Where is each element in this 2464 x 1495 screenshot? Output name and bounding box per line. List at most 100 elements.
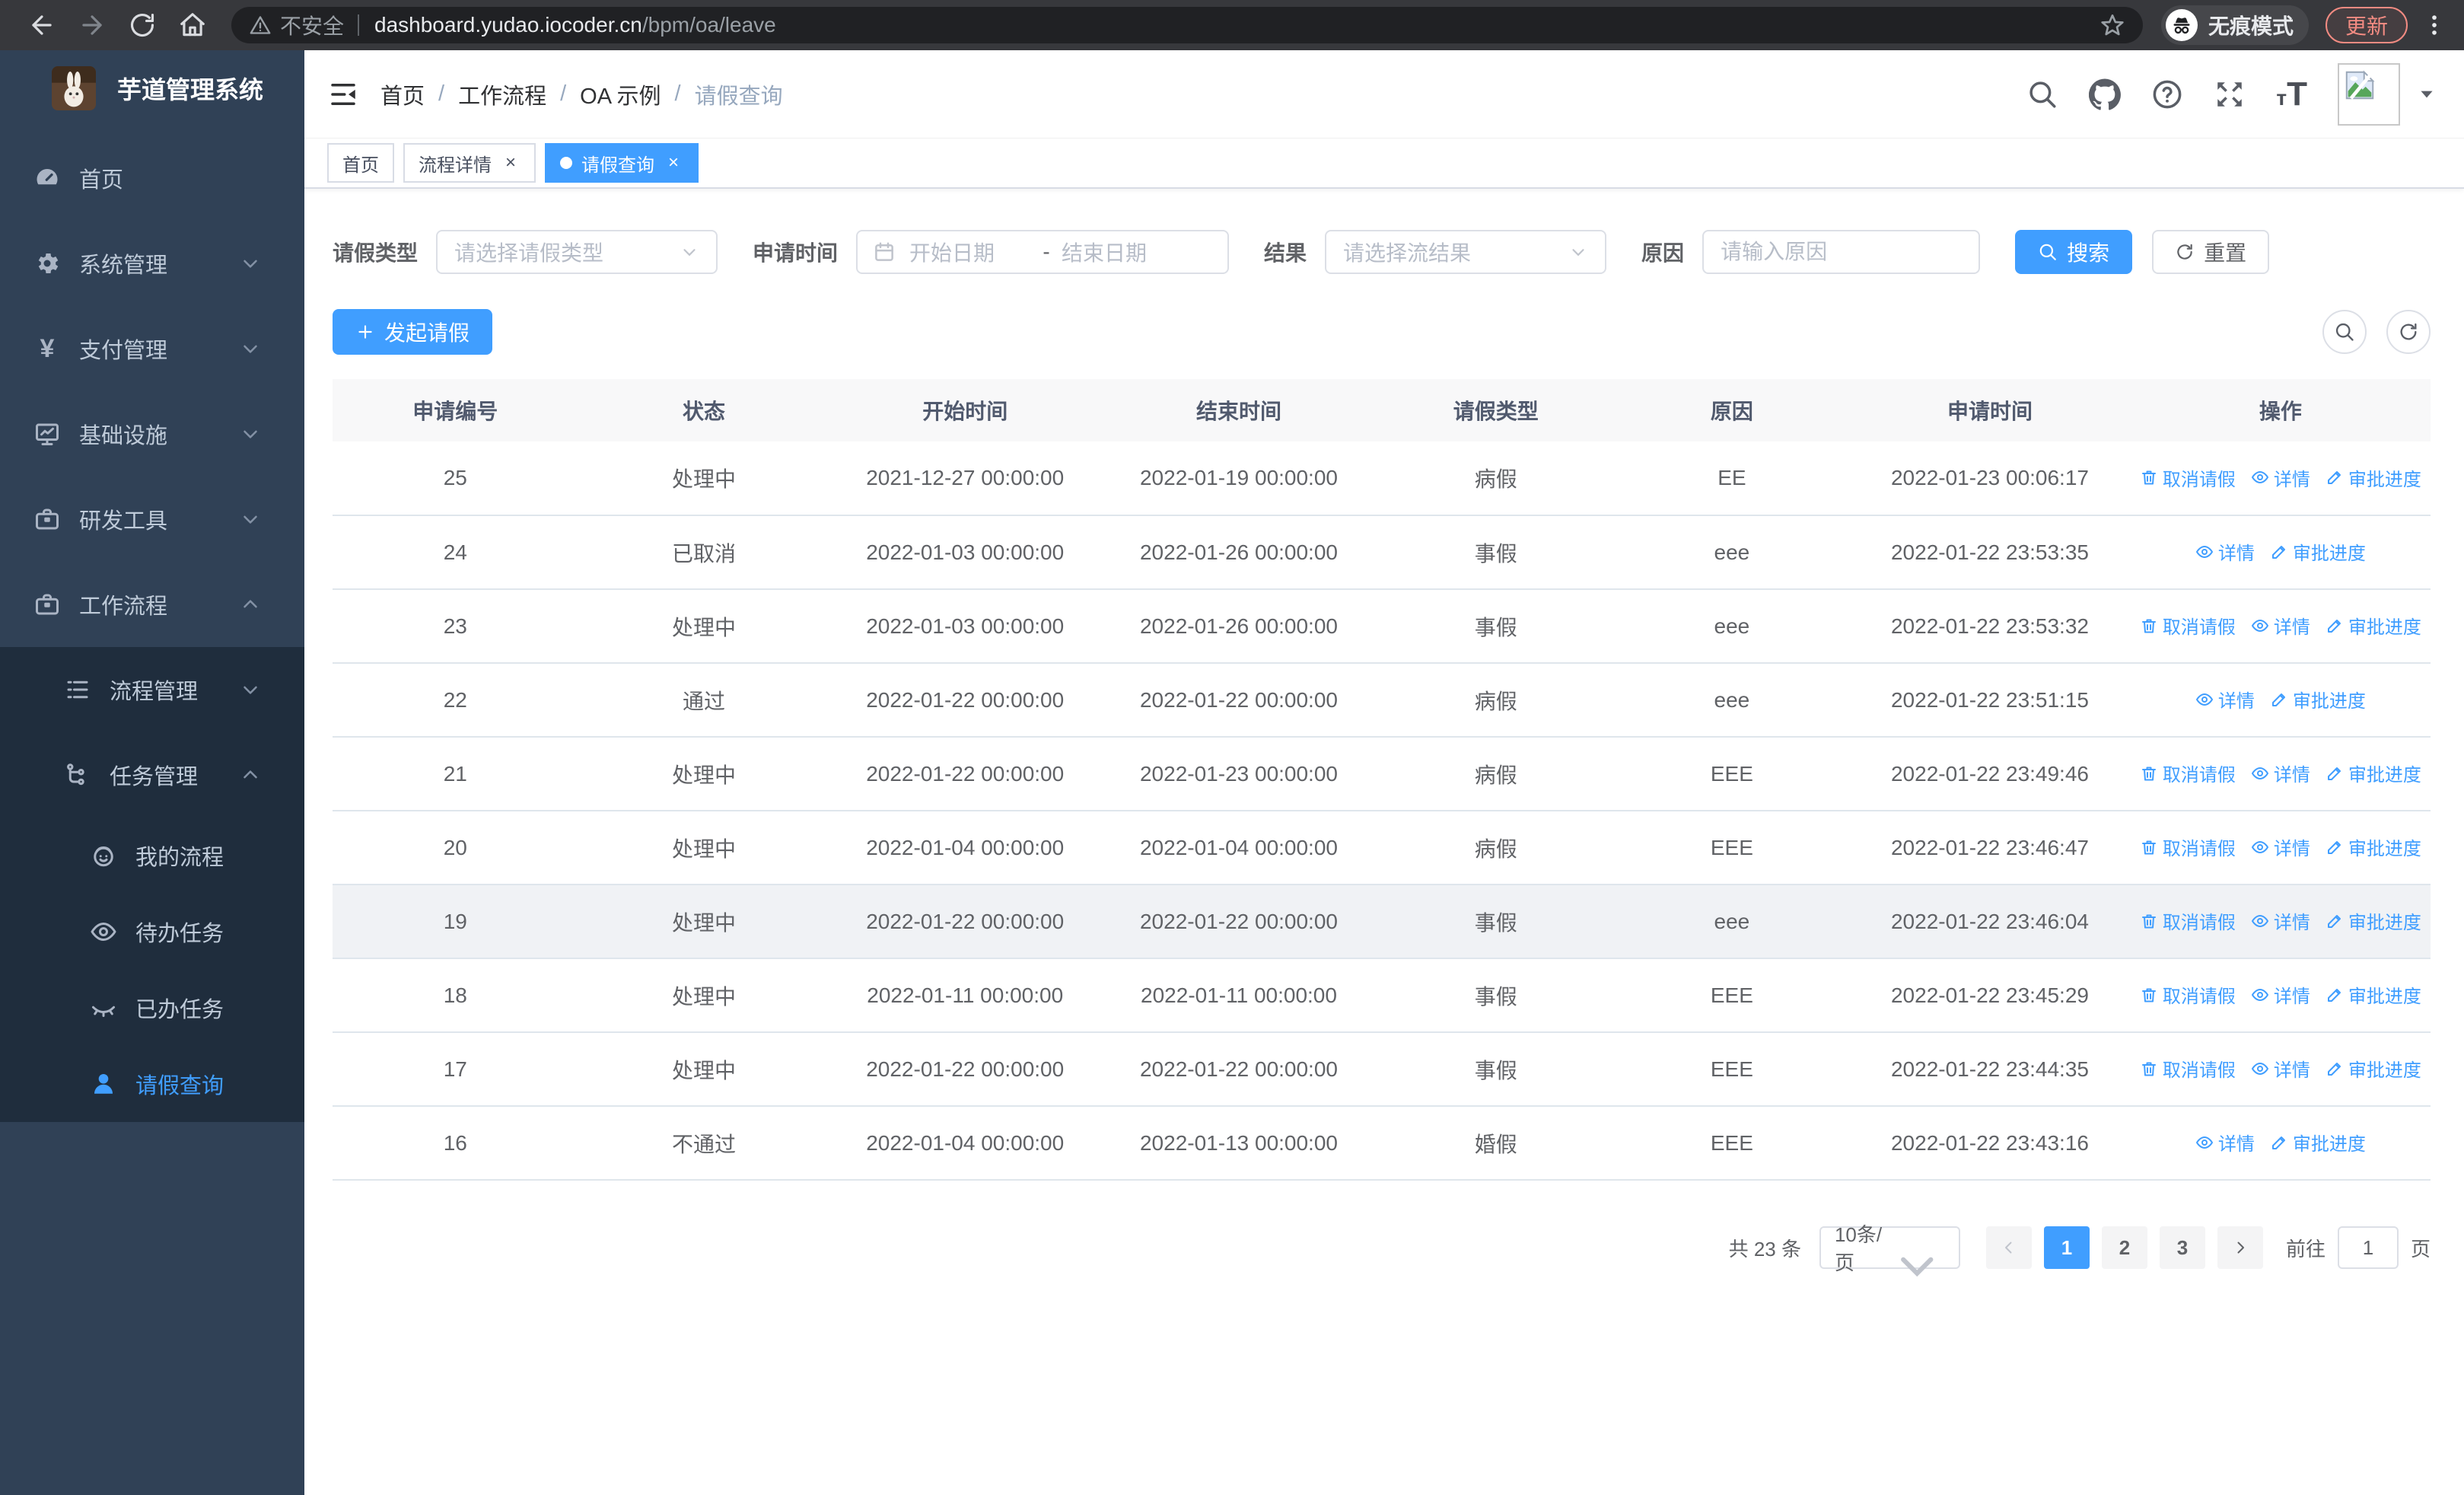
bookmark-star-icon[interactable] [2100, 13, 2125, 37]
search-button[interactable]: 搜索 [2015, 230, 2133, 274]
cell-applied: 2022-01-22 23:45:29 [1849, 958, 2131, 1033]
tab-close-icon[interactable]: × [664, 154, 683, 172]
leave-type-select[interactable]: 请选择请假类型 [436, 230, 718, 274]
page-size-select[interactable]: 10条/页 [1819, 1223, 1960, 1277]
create-leave-button[interactable]: 发起请假 [333, 309, 493, 355]
refresh-icon [2177, 244, 2192, 260]
reason-input[interactable] [1702, 230, 1981, 274]
cell-applied: 2022-01-22 23:53:35 [1849, 515, 2131, 590]
result-select[interactable]: 请选择流结果 [1325, 230, 1607, 274]
sidebar-item-system[interactable]: 系统管理 [0, 221, 304, 306]
apply-time-range-input[interactable]: 开始日期 - 结束日期 [856, 230, 1230, 274]
incognito-label: 无痕模式 [2208, 14, 2294, 38]
show-search-button[interactable] [2322, 310, 2367, 354]
tab-close-icon[interactable]: × [501, 154, 520, 172]
detail-link[interactable]: 详情 [2195, 538, 2255, 565]
search-icon [2039, 244, 2056, 260]
sidebar-item-payment[interactable]: ¥ 支付管理 [0, 306, 304, 391]
page-button-2[interactable]: 2 [2101, 1226, 2147, 1269]
detail-link[interactable]: 详情 [2251, 834, 2310, 860]
sidebar-item-task-mgmt[interactable]: 任务管理 [0, 732, 304, 818]
tag-tab[interactable]: 流程详情 × [403, 143, 536, 183]
breadcrumb-item[interactable]: OA 示例 [580, 78, 661, 110]
sidebar-item-workflow[interactable]: 工作流程 [0, 562, 304, 647]
cancel-leave-link[interactable]: 取消请假 [2140, 1055, 2236, 1082]
browser-back-icon[interactable] [27, 11, 56, 40]
leave-table: 申请编号 状态 开始时间 结束时间 请假类型 原因 申请时间 操作 25 处理中 2021-12-2… [333, 379, 2431, 1181]
detail-link[interactable]: 详情 [2251, 464, 2310, 491]
search-icon[interactable] [2026, 78, 2058, 110]
tag-tab[interactable]: 请假查询 × [545, 143, 699, 183]
action-label: 详情 [2273, 1060, 2310, 1082]
cancel-leave-link[interactable]: 取消请假 [2140, 464, 2236, 491]
pen-icon [2270, 1133, 2288, 1152]
progress-link[interactable]: 审批进度 [2326, 907, 2421, 934]
cancel-leave-link[interactable]: 取消请假 [2140, 981, 2236, 1008]
sidebar-item-leave-query[interactable]: 请假查询 [0, 1046, 304, 1122]
sidebar-fold-icon[interactable] [327, 78, 359, 110]
not-secure-warning-icon [250, 14, 271, 36]
cell-end: 2022-01-11 00:00:00 [1100, 958, 1377, 1033]
table-toolbar: 发起请假 [333, 309, 2431, 355]
fullscreen-icon[interactable] [2214, 78, 2246, 110]
detail-link[interactable]: 详情 [2251, 981, 2310, 1008]
browser-reload-icon[interactable] [128, 11, 157, 40]
browser-menu-icon[interactable] [2421, 12, 2447, 38]
sidebar-item-my-process[interactable]: 我的流程 [0, 818, 304, 894]
detail-link[interactable]: 详情 [2251, 1055, 2310, 1082]
sidebar-item-process-mgmt[interactable]: 流程管理 [0, 647, 304, 732]
trash-icon [2140, 617, 2158, 635]
github-icon[interactable] [2089, 78, 2122, 110]
address-bar[interactable]: 不安全 dashboard.yudao.iocoder.cn /bpm/oa/l… [231, 7, 2143, 43]
progress-link[interactable]: 审批进度 [2326, 612, 2421, 639]
progress-link[interactable]: 审批进度 [2326, 1055, 2421, 1082]
progress-link[interactable]: 审批进度 [2326, 981, 2421, 1008]
cancel-leave-link[interactable]: 取消请假 [2140, 834, 2236, 860]
sidebar-item-home[interactable]: 首页 [0, 135, 304, 221]
prev-page-button[interactable] [1985, 1226, 2032, 1269]
action-label: 审批进度 [2348, 913, 2421, 934]
eyeclosed-icon [90, 994, 117, 1022]
detail-link[interactable]: 详情 [2195, 686, 2255, 712]
pen-icon [2326, 838, 2344, 856]
cancel-leave-link[interactable]: 取消请假 [2140, 760, 2236, 786]
refresh-table-button[interactable] [2386, 310, 2431, 354]
cancel-leave-link[interactable]: 取消请假 [2140, 612, 2236, 639]
goto-page-input[interactable] [2337, 1226, 2399, 1269]
sidebar-item-infra[interactable]: 基础设施 [0, 391, 304, 477]
reset-button[interactable]: 重置 [2152, 230, 2270, 274]
progress-link[interactable]: 审批进度 [2270, 686, 2366, 712]
page-button-3[interactable]: 3 [2159, 1226, 2205, 1269]
breadcrumb-item[interactable]: 工作流程 [458, 78, 546, 110]
app-title: 芋道管理系统 [117, 76, 264, 104]
security-label: 不安全 [280, 14, 345, 38]
page-button-1[interactable]: 1 [2043, 1226, 2090, 1269]
breadcrumb-item[interactable]: 首页 [380, 78, 425, 110]
cancel-leave-link[interactable]: 取消请假 [2140, 907, 2236, 934]
browser-home-icon[interactable] [178, 11, 207, 40]
browser-update-button[interactable]: 更新 [2325, 7, 2408, 43]
progress-link[interactable]: 审批进度 [2326, 464, 2421, 491]
progress-link[interactable]: 审批进度 [2270, 1129, 2366, 1156]
cell-id: 20 [333, 811, 578, 885]
tag-tab[interactable]: 首页 [327, 143, 394, 183]
action-label: 取消请假 [2162, 617, 2236, 639]
chevron-up-icon [239, 763, 262, 786]
avatar-caret-icon[interactable] [2417, 84, 2437, 104]
sidebar-item-done-tasks[interactable]: 已办任务 [0, 970, 304, 1046]
progress-link[interactable]: 审批进度 [2326, 834, 2421, 860]
detail-link[interactable]: 详情 [2251, 907, 2310, 934]
next-page-button[interactable] [2217, 1226, 2263, 1269]
browser-forward-icon[interactable] [78, 11, 107, 40]
help-icon[interactable] [2151, 78, 2183, 110]
progress-link[interactable]: 审批进度 [2326, 760, 2421, 786]
active-tab-dot [560, 157, 572, 169]
sidebar-item-devtools[interactable]: 研发工具 [0, 477, 304, 562]
detail-link[interactable]: 详情 [2251, 760, 2310, 786]
font-size-icon[interactable]: тT [2276, 75, 2307, 113]
sidebar-item-todo-tasks[interactable]: 待办任务 [0, 894, 304, 970]
detail-link[interactable]: 详情 [2251, 612, 2310, 639]
progress-link[interactable]: 审批进度 [2270, 538, 2366, 565]
user-avatar[interactable] [2338, 62, 2400, 126]
detail-link[interactable]: 详情 [2195, 1129, 2255, 1156]
